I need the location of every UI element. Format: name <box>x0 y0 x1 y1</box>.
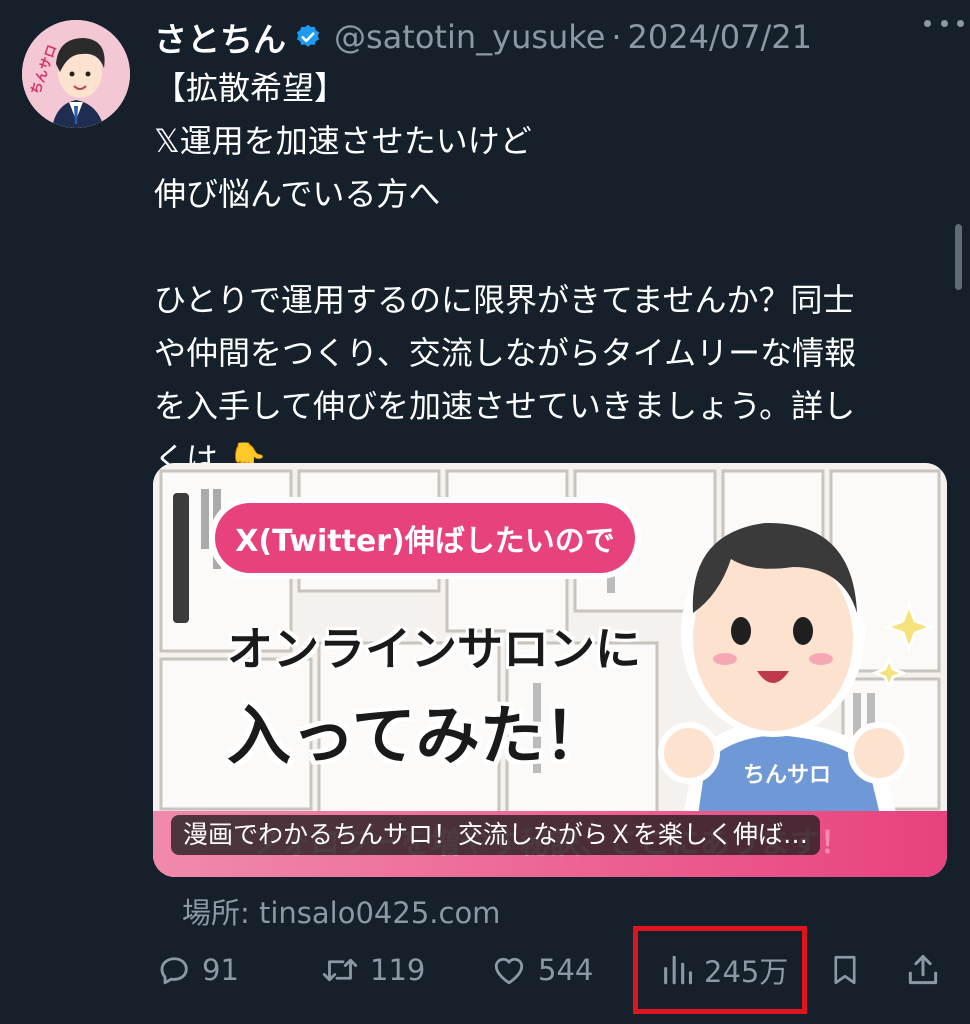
scrollbar[interactable] <box>955 224 962 290</box>
bookmark-button[interactable] <box>828 940 862 1000</box>
tweet-detail-view: ちんサロ さとちん @satotin_yusuke · 2024/07/21 【… <box>0 0 970 1024</box>
tweet-body: 【拡散希望】 𝕏運用を加速させたいけど 伸び悩んでいる方へ ひとりで運用するのに… <box>154 62 924 486</box>
tweet-header: さとちん @satotin_yusuke · 2024/07/21 <box>154 12 954 62</box>
reply-icon <box>156 952 192 988</box>
card-shirt-text: ちんサロ <box>743 763 832 788</box>
display-name[interactable]: さとちん <box>154 13 286 61</box>
card-source-link[interactable]: 場所: tinsalo0425.com <box>182 890 500 932</box>
tweet-action-bar: 91 119 544 245万 <box>0 940 970 1000</box>
card-headline-2: 入ってみた！ <box>227 700 608 774</box>
header-separator: · <box>611 18 622 56</box>
retweet-icon <box>320 952 360 988</box>
tweet-line: ひとりで運用するのに限界がきてませんか？同士 <box>154 281 855 319</box>
tweet-line: 伸び悩んでいる方へ <box>154 175 441 213</box>
heart-icon <box>490 952 528 988</box>
reply-count: 91 <box>202 953 239 987</box>
tweet-date[interactable]: 2024/07/21 <box>628 18 812 56</box>
avatar-illustration: ちんサロ <box>22 20 130 128</box>
retweet-count: 119 <box>370 953 426 987</box>
bookmark-icon <box>828 951 862 989</box>
share-icon <box>904 951 942 989</box>
like-count: 544 <box>538 953 594 987</box>
like-button[interactable]: 544 <box>490 940 593 1000</box>
retweet-button[interactable]: 119 <box>320 940 425 1000</box>
tweet-line: を入手して伸びを加速させていきましょう。詳し <box>154 387 856 425</box>
tweet-line: や仲間をつくり、交流しながらタイムリーな情報 <box>154 334 857 372</box>
tweet-line: 𝕏運用を加速させたいけど <box>154 122 532 160</box>
avatar[interactable]: ちんサロ <box>22 20 130 128</box>
tweet-line: 【拡散希望】 <box>154 69 347 107</box>
more-options-icon[interactable] <box>924 8 964 38</box>
reply-button[interactable]: 91 <box>156 940 239 1000</box>
card-bubble-text: X(Twitter)伸ばしたいので <box>215 503 635 573</box>
share-button[interactable] <box>904 940 942 1000</box>
link-card[interactable]: X(Twitter)伸ばしたいので オンラインサロンに 入ってみた！ ちんサロ … <box>153 463 947 877</box>
user-handle[interactable]: @satotin_yusuke <box>334 18 605 56</box>
card-title: 漫画でわかるちんサロ！交流しながらＸを楽しく伸ば… <box>171 815 821 855</box>
views-highlight-box <box>633 926 807 1014</box>
card-headline-1: オンラインサロンに <box>227 622 641 676</box>
verified-badge-icon <box>294 23 322 51</box>
